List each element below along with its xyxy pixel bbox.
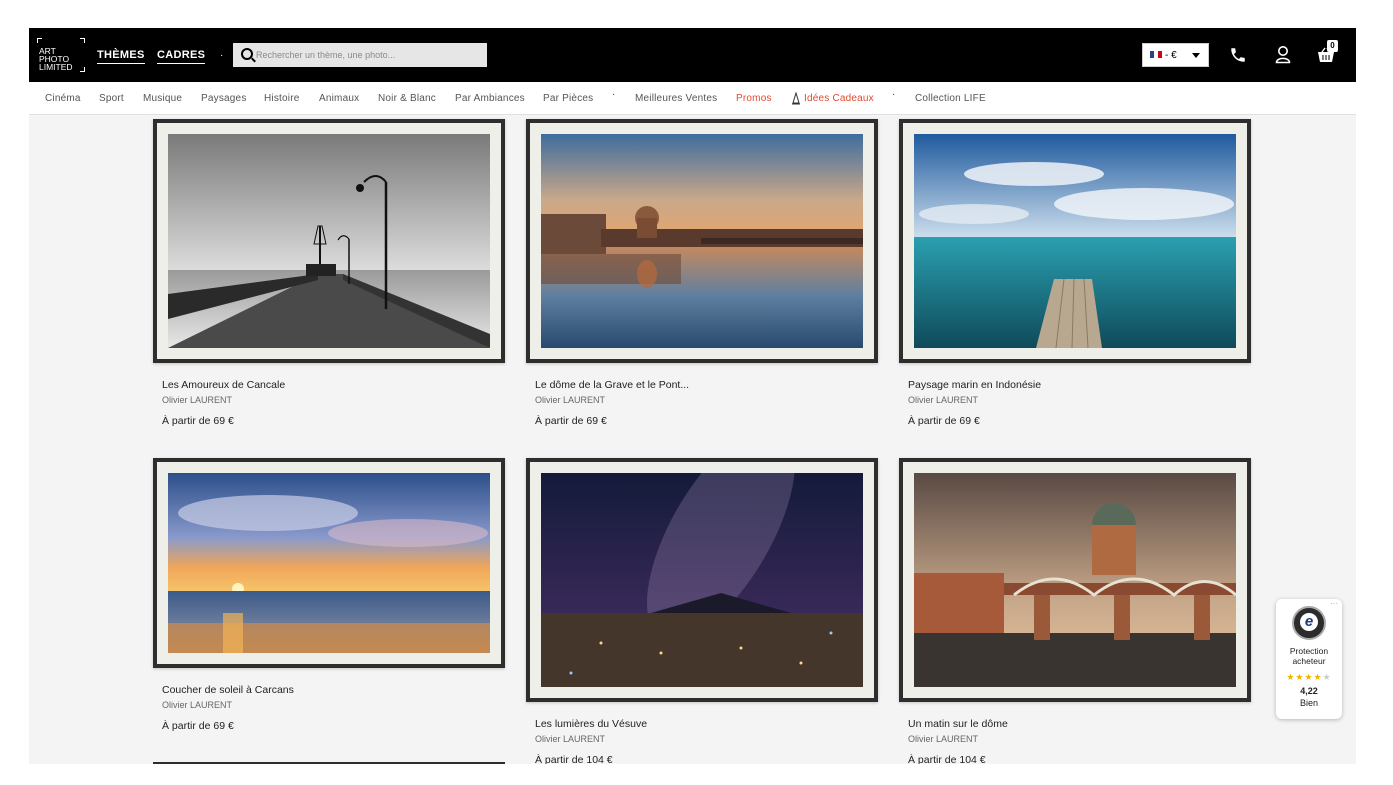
- logo-line: LIMITED: [39, 62, 73, 72]
- search-icon[interactable]: [241, 48, 253, 60]
- category-collection-life[interactable]: Collection LIFE: [915, 93, 986, 104]
- product-frame[interactable]: [526, 458, 878, 702]
- product-price: À partir de 104 €: [908, 754, 986, 764]
- category-histoire[interactable]: Histoire: [264, 93, 300, 104]
- category-separator: ·: [892, 89, 896, 100]
- product-title[interactable]: Les lumières du Vésuve: [535, 718, 647, 730]
- star-rating: ★★★★★: [1276, 672, 1342, 683]
- product-image[interactable]: [541, 134, 863, 348]
- product-frame[interactable]: [526, 119, 878, 363]
- page: ART PHOTO LIMITED THÈMES CADRES · - €: [29, 28, 1356, 764]
- category-musique[interactable]: Musique: [143, 93, 182, 104]
- product-price: À partir de 69 €: [162, 415, 234, 427]
- logo-corner: [80, 67, 85, 72]
- product-author[interactable]: Olivier LAURENT: [908, 734, 978, 744]
- product-author[interactable]: Olivier LAURENT: [162, 700, 232, 710]
- star-icon: ★: [1322, 672, 1332, 682]
- category-separator: ·: [612, 89, 616, 100]
- seal-letter: e: [1300, 613, 1318, 631]
- nav-cadres[interactable]: CADRES: [157, 49, 206, 64]
- product-frame[interactable]: [899, 119, 1251, 363]
- star-icon: ★★★★: [1286, 672, 1323, 682]
- category-idees-cadeaux[interactable]: Idées Cadeaux: [804, 93, 874, 104]
- flag-icon: [1150, 51, 1162, 58]
- product-title[interactable]: Coucher de soleil à Carcans: [162, 684, 294, 696]
- trust-line: Protection: [1289, 646, 1329, 656]
- nav-themes[interactable]: THÈMES: [97, 49, 145, 64]
- product-title[interactable]: Les Amoureux de Cancale: [162, 379, 285, 391]
- category-meilleures-ventes[interactable]: Meilleures Ventes: [635, 93, 717, 104]
- gift-icon: [792, 92, 800, 105]
- product-price: À partir de 69 €: [162, 720, 234, 732]
- product-image[interactable]: [914, 134, 1236, 348]
- category-paysages[interactable]: Paysages: [201, 93, 247, 104]
- user-icon[interactable]: [1275, 45, 1291, 64]
- category-sport[interactable]: Sport: [99, 93, 124, 104]
- category-promos[interactable]: Promos: [736, 93, 772, 104]
- category-par-pieces[interactable]: Par Pièces: [543, 93, 593, 104]
- currency-select[interactable]: - €: [1142, 43, 1209, 67]
- product-frame[interactable]: [153, 119, 505, 363]
- top-header: ART PHOTO LIMITED THÈMES CADRES · - €: [29, 28, 1356, 82]
- category-nav: Cinéma Sport Musique Paysages Histoire A…: [29, 82, 1356, 115]
- product-price: À partir de 69 €: [535, 415, 607, 427]
- logo-text: ART PHOTO LIMITED: [39, 47, 73, 72]
- product-price: À partir de 104 €: [535, 754, 613, 764]
- trust-badge[interactable]: ··· e Protection acheteur ★★★★★ 4,22 Bie…: [1276, 599, 1342, 719]
- logo-corner: [80, 38, 85, 43]
- product-image[interactable]: [914, 473, 1236, 687]
- rating-label: Bien: [1299, 698, 1318, 708]
- product-title[interactable]: Le dôme de la Grave et le Pont...: [535, 379, 689, 391]
- search-input[interactable]: [256, 46, 481, 64]
- trusted-shops-seal-icon: e: [1292, 606, 1326, 640]
- category-animaux[interactable]: Animaux: [319, 93, 359, 104]
- product-author[interactable]: Olivier LAURENT: [908, 395, 978, 405]
- product-author[interactable]: Olivier LAURENT: [535, 395, 605, 405]
- nav-separator: ·: [220, 50, 224, 61]
- more-icon[interactable]: ···: [1330, 599, 1338, 608]
- category-cinema[interactable]: Cinéma: [45, 93, 81, 104]
- category-par-ambiances[interactable]: Par Ambiances: [455, 93, 525, 104]
- product-frame[interactable]: [899, 458, 1251, 702]
- trust-line: acheteur: [1292, 656, 1326, 666]
- caret-down-icon: [1192, 53, 1200, 58]
- product-image[interactable]: [541, 473, 863, 687]
- logo-corner: [37, 38, 42, 43]
- product-frame-partial[interactable]: [153, 762, 505, 764]
- search-bar: [233, 43, 487, 67]
- product-price: À partir de 69 €: [908, 415, 980, 427]
- product-title[interactable]: Un matin sur le dôme: [908, 718, 1008, 730]
- site-logo[interactable]: ART PHOTO LIMITED: [37, 38, 85, 72]
- product-image[interactable]: [168, 473, 490, 653]
- trust-text: Protection acheteur: [1276, 646, 1342, 666]
- currency-label: - €: [1165, 50, 1177, 61]
- cart-count-badge: 0: [1327, 40, 1338, 52]
- product-image[interactable]: [168, 134, 490, 348]
- product-frame[interactable]: [153, 458, 505, 668]
- product-author[interactable]: Olivier LAURENT: [162, 395, 232, 405]
- product-author[interactable]: Olivier LAURENT: [535, 734, 605, 744]
- phone-icon[interactable]: [1229, 46, 1247, 64]
- product-title[interactable]: Paysage marin en Indonésie: [908, 379, 1041, 391]
- rating-value: 4,22: [1300, 686, 1318, 696]
- category-noir-blanc[interactable]: Noir & Blanc: [378, 93, 436, 104]
